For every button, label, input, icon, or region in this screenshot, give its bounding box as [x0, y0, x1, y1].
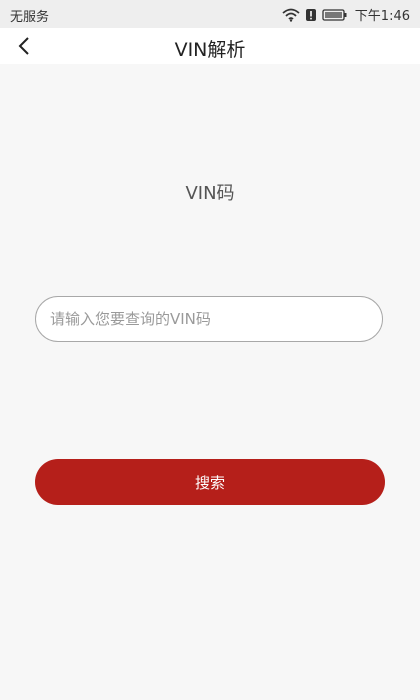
wifi-icon [282, 8, 300, 22]
vin-input[interactable] [35, 296, 383, 342]
clock: 下午1:46 [354, 9, 410, 24]
main-content: VIN码 搜索 [0, 64, 420, 700]
alert-icon [305, 8, 317, 22]
battery-icon [322, 8, 348, 22]
status-icons: 下午1:46 [282, 5, 410, 24]
page-title: VIN解析 [174, 39, 246, 61]
status-bar: 无服务 下午1:46 [0, 0, 420, 28]
carrier-label: 无服务 [10, 10, 50, 25]
search-button[interactable]: 搜索 [35, 459, 385, 505]
vin-label: VIN码 [185, 183, 235, 204]
title-bar: VIN解析 [0, 28, 420, 64]
